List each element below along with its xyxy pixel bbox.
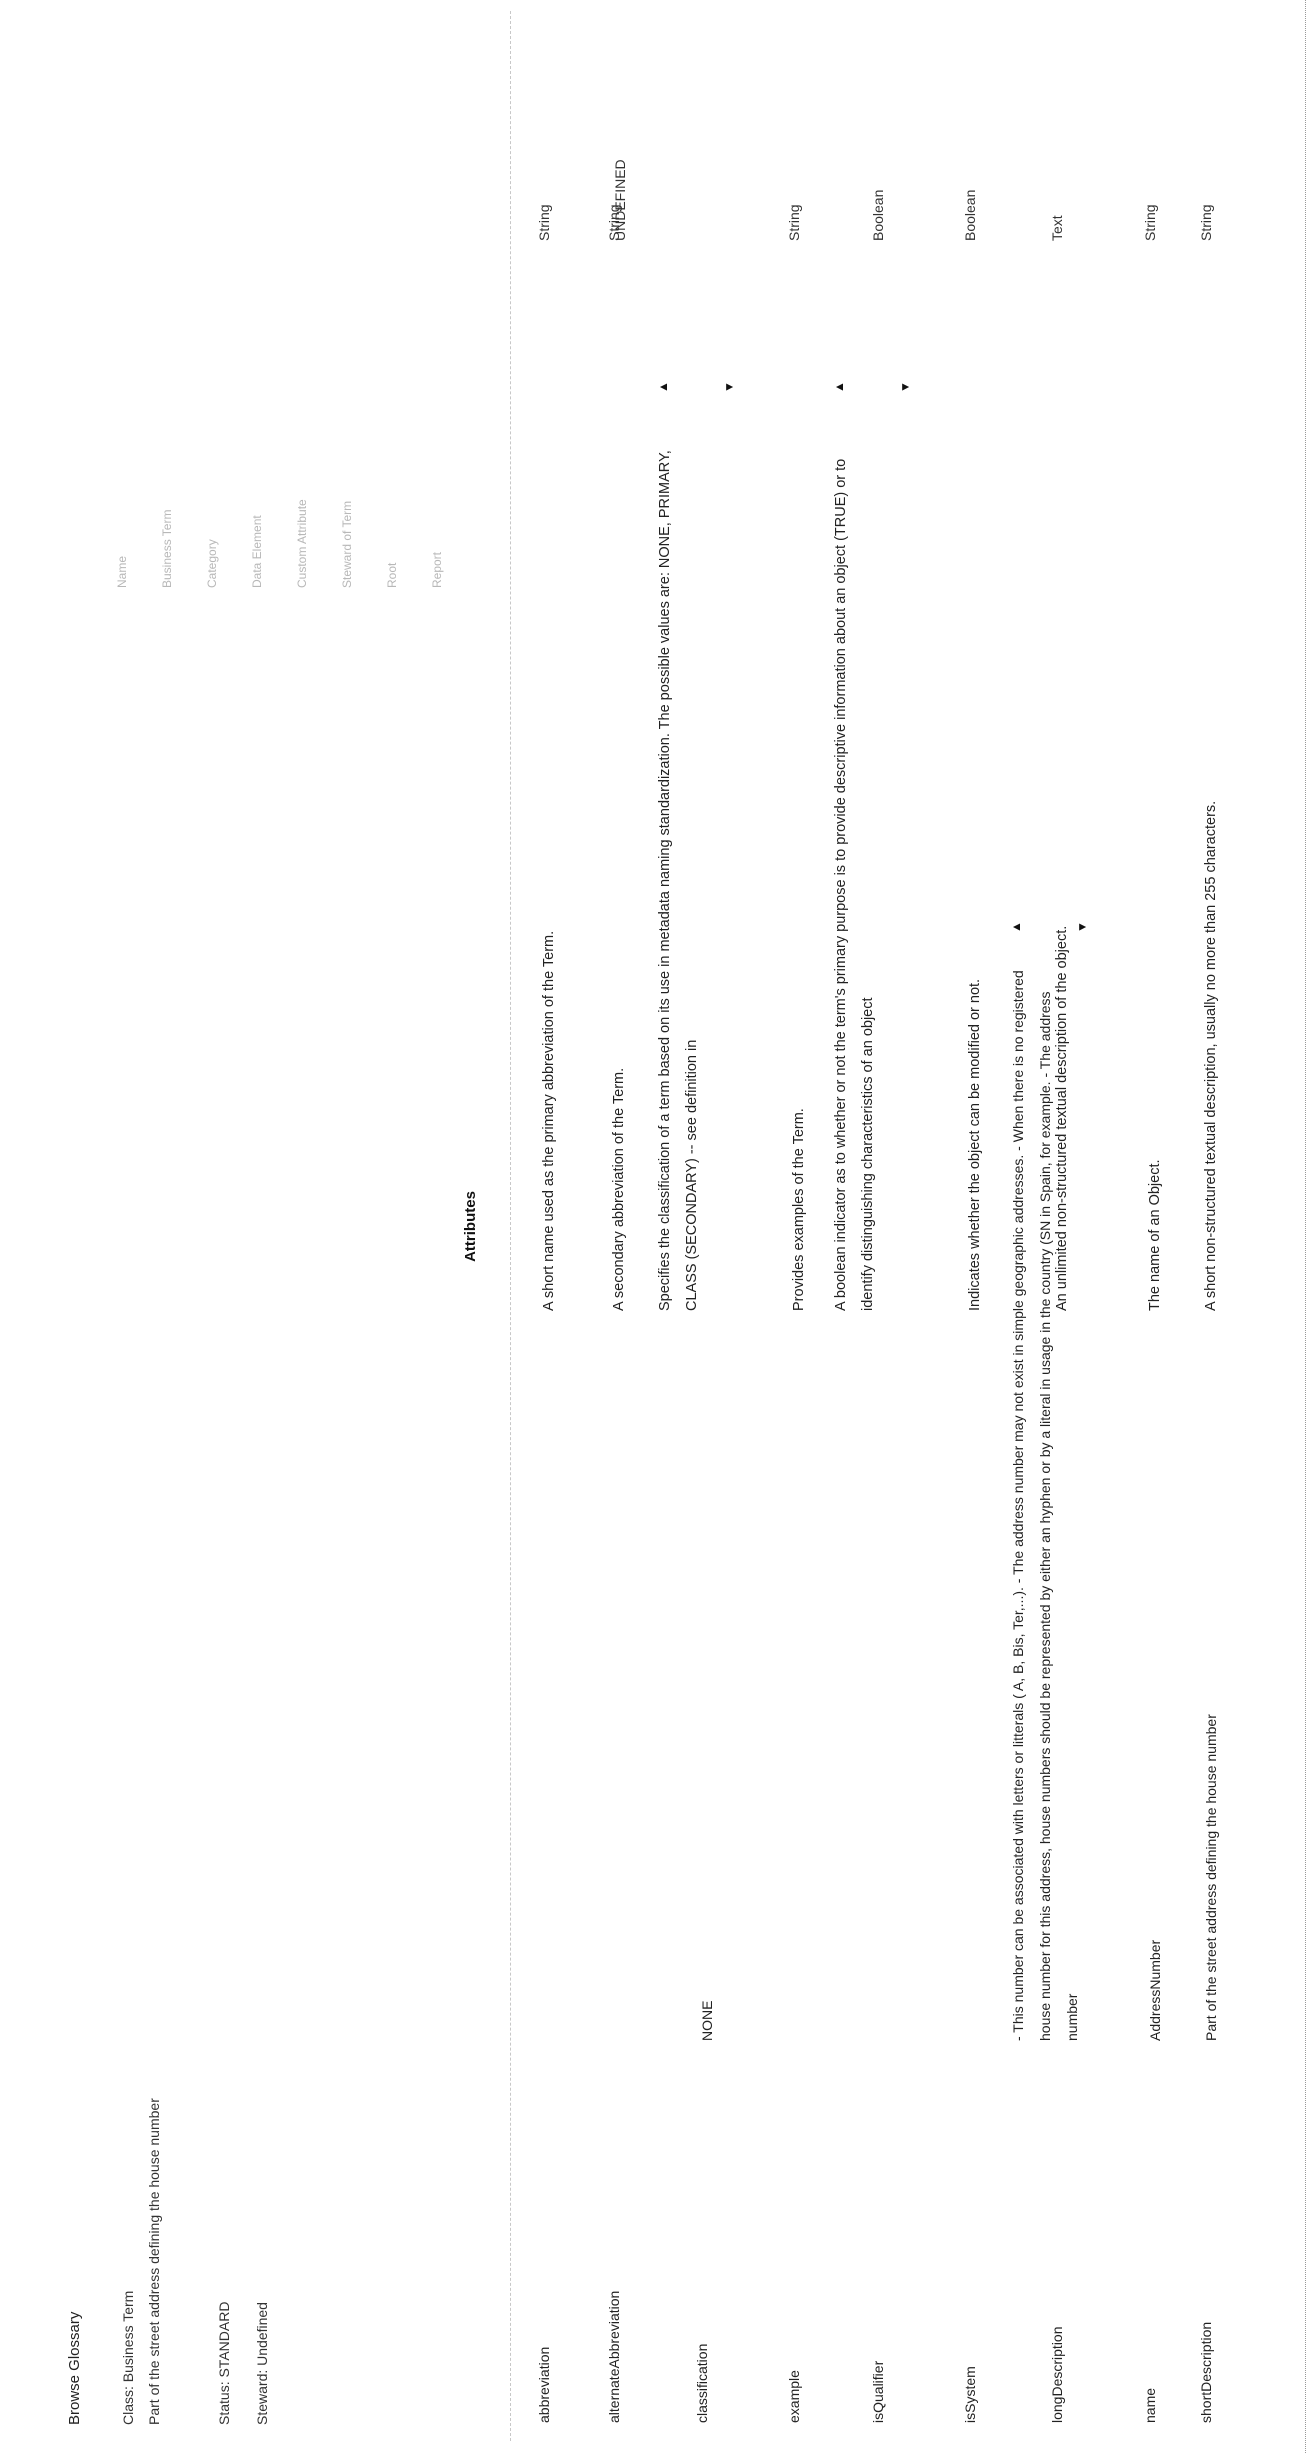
attribute-type: UNDEFINED bbox=[612, 159, 628, 241]
attribute-name: shortDescription bbox=[1198, 2321, 1214, 2423]
scroll-up-icon[interactable]: ▲ bbox=[832, 381, 846, 393]
attribute-description: A short name used as the primary abbrevi… bbox=[541, 930, 557, 1311]
attribute-description: Provides examples of the Term. bbox=[791, 1108, 807, 1311]
scroll-down-icon[interactable]: ▼ bbox=[898, 381, 912, 393]
attribute-description: Indicates whether the object can be modi… bbox=[967, 978, 983, 1311]
attribute-type: Boolean bbox=[962, 189, 978, 241]
description-scrollbar[interactable]: ▲ ▼ bbox=[652, 371, 742, 401]
related-link[interactable]: Data Element bbox=[235, 288, 280, 588]
attribute-name: example bbox=[786, 2370, 802, 2423]
scroll-up-icon[interactable]: ▲ bbox=[656, 381, 670, 393]
attribute-description: An unlimited non-structured textual desc… bbox=[1054, 925, 1070, 1311]
term-summary: Part of the street address defining the … bbox=[146, 2098, 162, 2425]
attribute-description: A boolean indicator as to whether or not… bbox=[833, 458, 876, 1311]
page-title: Browse Glossary bbox=[66, 2311, 83, 2425]
attribute-type: Text bbox=[1049, 215, 1065, 241]
attribute-name: name bbox=[1142, 2387, 1158, 2423]
class-line: Class: Business Term bbox=[120, 2290, 136, 2425]
attribute-name: longDescription bbox=[1049, 2326, 1065, 2424]
related-link[interactable]: Steward of Term bbox=[325, 288, 370, 588]
attribute-name: alternateAbbreviation bbox=[606, 2290, 622, 2423]
attribute-description: A short non-structured textual descripti… bbox=[1203, 800, 1219, 1311]
related-links: Name Business Term Category Data Element… bbox=[100, 288, 460, 588]
related-link[interactable]: Name bbox=[100, 288, 145, 588]
attribute-name: isSystem bbox=[962, 2366, 978, 2423]
scroll-down-icon[interactable]: ▼ bbox=[722, 381, 736, 393]
attribute-type: String bbox=[786, 204, 802, 241]
attribute-name: abbreviation bbox=[536, 2346, 552, 2423]
scroll-down-icon[interactable]: ▼ bbox=[1075, 921, 1089, 933]
attribute-description: Specifies the classification of a term b… bbox=[657, 450, 700, 1311]
attribute-name: isQualifier bbox=[870, 2360, 886, 2423]
glossary-page: Browse Glossary Class: Business Term Par… bbox=[0, 0, 1311, 2453]
attribute-type: String bbox=[536, 204, 552, 241]
related-link[interactable]: Report bbox=[415, 288, 460, 588]
attribute-type: Boolean bbox=[870, 189, 886, 241]
related-link[interactable]: Root bbox=[370, 288, 415, 588]
related-link[interactable]: Custom Attribute bbox=[280, 288, 325, 588]
related-link[interactable]: Category bbox=[190, 288, 235, 588]
table-divider bbox=[510, 11, 511, 2441]
page-border bbox=[1305, 0, 1306, 2453]
attribute-type: String bbox=[1198, 204, 1214, 241]
attribute-type: String bbox=[1142, 204, 1158, 241]
scroll-up-icon[interactable]: ▲ bbox=[1009, 921, 1023, 933]
steward-line: Steward: Undefined bbox=[254, 2302, 270, 2425]
attributes-heading: Attributes bbox=[462, 1191, 479, 1262]
description-scrollbar[interactable]: ▲ ▼ bbox=[828, 371, 918, 401]
status-line: Status: STANDARD bbox=[216, 2301, 232, 2425]
related-link[interactable]: Business Term bbox=[145, 288, 190, 588]
attribute-description: A secondary abbreviation of the Term. bbox=[611, 1067, 627, 1311]
attribute-name: classification bbox=[694, 2343, 710, 2423]
attribute-description: The name of an Object. bbox=[1147, 1159, 1163, 1311]
